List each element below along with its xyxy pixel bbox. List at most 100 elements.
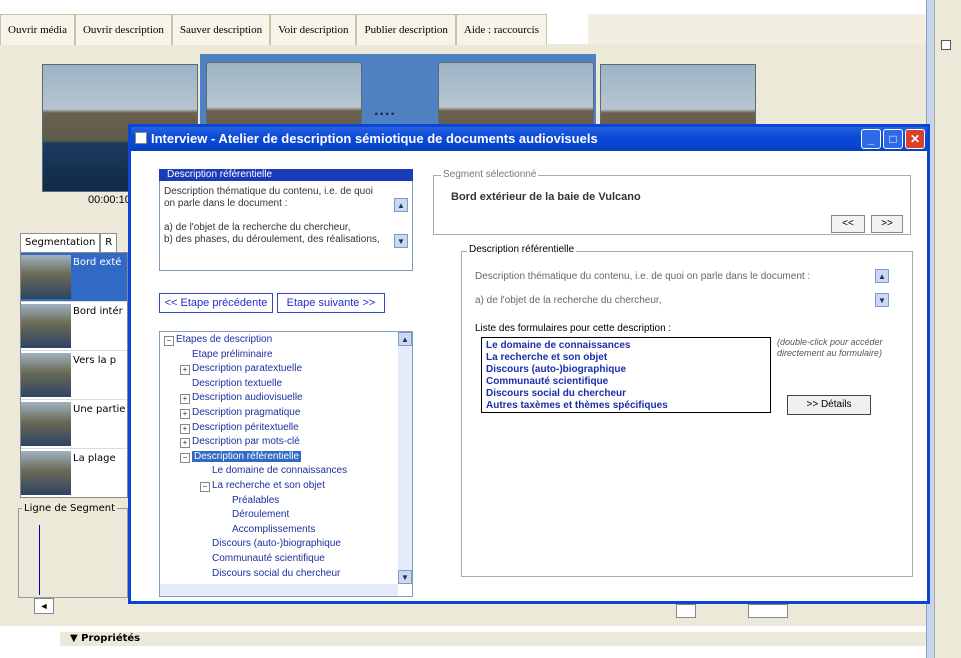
view-description-button[interactable]: Voir description	[270, 14, 357, 45]
dref-line: Description thématique du contenu, i.e. …	[475, 271, 811, 282]
scroll-up-button[interactable]: ▲	[875, 269, 889, 283]
desc-line: on parle dans le document :	[164, 198, 288, 209]
interview-dialog: Interview - Atelier de description sémio…	[128, 124, 930, 604]
maximize-button[interactable]: □	[883, 129, 903, 149]
list-item[interactable]: La recherche et son objet	[486, 352, 607, 363]
tree-item[interactable]: Description textuelle	[192, 378, 282, 389]
next-step-button[interactable]: Etape suivante >>	[277, 293, 385, 313]
selected-segment-title: Bord extérieur de la baie de Vulcano	[451, 191, 641, 203]
scroll-up-button[interactable]: ▲	[394, 198, 408, 212]
tree-item[interactable]: Accomplissements	[232, 524, 315, 535]
dialog-titlebar[interactable]: Interview - Atelier de description sémio…	[131, 127, 927, 151]
open-description-button[interactable]: Ouvrir description	[74, 14, 172, 45]
list-item[interactable]: Bord exté	[21, 253, 127, 302]
save-description-button[interactable]: Sauver description	[171, 14, 271, 45]
tree-horizontal-scrollbar[interactable]	[160, 584, 398, 596]
desc-line: a) de l'objet de la recherche du cherche…	[164, 222, 351, 233]
expand-icon[interactable]: +	[180, 394, 190, 405]
expand-icon[interactable]: +	[180, 438, 190, 449]
tree-item[interactable]: Description péritextuelle	[192, 422, 299, 433]
list-item[interactable]: Discours social du chercheur	[486, 388, 626, 399]
previous-segment-button[interactable]: <<	[831, 215, 865, 233]
description-header: Description référentielle	[159, 169, 413, 181]
tree-item[interactable]: Discours (auto-)biographique	[212, 538, 341, 549]
previous-step-button[interactable]: << Etape précédente	[159, 293, 273, 313]
list-item[interactable]: Vers la p	[21, 351, 127, 400]
forms-list: Le domaine de connaissances La recherche…	[481, 337, 771, 413]
segment-thumbnail	[21, 255, 71, 299]
tree-item[interactable]: Discours social du chercheur	[212, 568, 340, 579]
segment-thumbnail	[21, 451, 71, 495]
segment-label: Une partie	[73, 404, 126, 415]
help-shortcuts-button[interactable]: Aide : raccourcis	[455, 14, 548, 45]
selected-segment-label: Segment sélectionné	[441, 169, 539, 180]
scroll-down-button[interactable]: ▼	[875, 293, 889, 307]
tree-vertical-scrollbar[interactable]: ▲ ▼	[398, 332, 412, 584]
expand-icon[interactable]: +	[180, 409, 190, 419]
tree-item[interactable]: Le domaine de connaissances	[212, 465, 347, 476]
next-segment-button[interactable]: >>	[871, 215, 903, 233]
scroll-down-button[interactable]: ▼	[398, 570, 412, 584]
checkbox[interactable]	[941, 40, 951, 50]
nav-button[interactable]	[748, 604, 788, 618]
tree-item[interactable]: Description paratextuelle	[192, 363, 302, 374]
segment-label: La plage	[73, 453, 116, 464]
list-item[interactable]: Le domaine de connaissances	[486, 340, 631, 351]
minimize-button[interactable]: _	[861, 129, 881, 149]
dialog-title: Interview - Atelier de description sémio…	[151, 131, 598, 146]
thumbnail-separator: ....	[374, 102, 396, 119]
details-button[interactable]: >> Détails	[787, 395, 871, 415]
expand-icon[interactable]: +	[180, 423, 190, 434]
collapse-icon[interactable]: −	[180, 452, 190, 463]
tab-segmentation[interactable]: Segmentation	[20, 233, 101, 252]
tree-item[interactable]: Description audiovisuelle	[192, 392, 303, 403]
steps-tree: ▲ ▼ − Etapes de description Etape prélimin…	[159, 331, 413, 597]
forms-list-label: Liste des formulaires pour cette descrip…	[475, 323, 672, 334]
list-item[interactable]: Discours (auto-)biographique	[486, 364, 626, 375]
segment-list: Bord exté Bord intér Vers la p Une parti…	[20, 252, 128, 498]
publish-description-button[interactable]: Publier description	[356, 14, 456, 45]
tree-item[interactable]: Etape préliminaire	[192, 349, 273, 360]
tree-item[interactable]: La recherche et son objet	[212, 480, 325, 491]
timeline-cursor[interactable]	[39, 525, 40, 595]
segment-label: Vers la p	[73, 355, 117, 366]
window-icon	[135, 132, 147, 144]
list-item[interactable]: Bord intér	[21, 302, 127, 351]
segment-label: Bord intér	[73, 306, 123, 317]
list-item[interactable]: Communauté scientifique	[486, 376, 608, 387]
nav-button[interactable]	[676, 604, 696, 618]
segment-thumbnail	[21, 353, 71, 397]
tree-item[interactable]: Communauté scientifique	[212, 553, 325, 564]
description-textarea[interactable]: Description thématique du contenu, i.e. …	[159, 171, 413, 271]
list-item[interactable]: La plage	[21, 449, 127, 497]
toolbar-filler	[588, 14, 926, 44]
list-item[interactable]: Autres taxèmes et thèmes spécifiques	[486, 400, 668, 411]
tree-item[interactable]: Déroulement	[232, 509, 289, 520]
collapse-icon[interactable]: −	[200, 482, 210, 492]
referential-description-label: Description référentielle	[467, 244, 577, 255]
tree-item[interactable]: Description référentielle	[192, 450, 302, 462]
properties-bar[interactable]: ▼ Propriétés	[60, 632, 926, 646]
tree-item[interactable]: Préalables	[232, 495, 279, 506]
open-media-button[interactable]: Ouvrir média	[0, 14, 75, 45]
tree-item[interactable]: Etapes de description	[176, 334, 272, 345]
expand-icon[interactable]: +	[180, 365, 190, 376]
close-button[interactable]: ✕	[905, 129, 925, 149]
segment-thumbnail	[21, 304, 71, 348]
collapse-icon[interactable]: −	[164, 336, 174, 346]
double-click-hint: (double-click pour accéder directement a…	[777, 337, 883, 358]
segment-thumbnail	[21, 402, 71, 446]
desc-line: Description thématique du contenu, i.e. …	[164, 186, 374, 197]
tab-r[interactable]: R	[100, 233, 118, 252]
segmentation-tabs: Segmentation R	[20, 233, 118, 252]
segment-line-group	[18, 508, 128, 598]
main-toolbar: Ouvrir média Ouvrir description Sauver d…	[0, 14, 548, 45]
list-item[interactable]: Une partie	[21, 400, 127, 449]
tree-item[interactable]: Description pragmatique	[192, 407, 300, 418]
tree-item[interactable]: Description par mots-clé	[192, 436, 300, 447]
scroll-down-button[interactable]: ▼	[394, 234, 408, 248]
scroll-up-button[interactable]: ▲	[398, 332, 412, 346]
right-side-panel	[934, 0, 961, 658]
desc-line: b) des phases, du déroulement, des réali…	[164, 234, 380, 245]
scroll-left-button[interactable]: ◄	[34, 598, 54, 614]
